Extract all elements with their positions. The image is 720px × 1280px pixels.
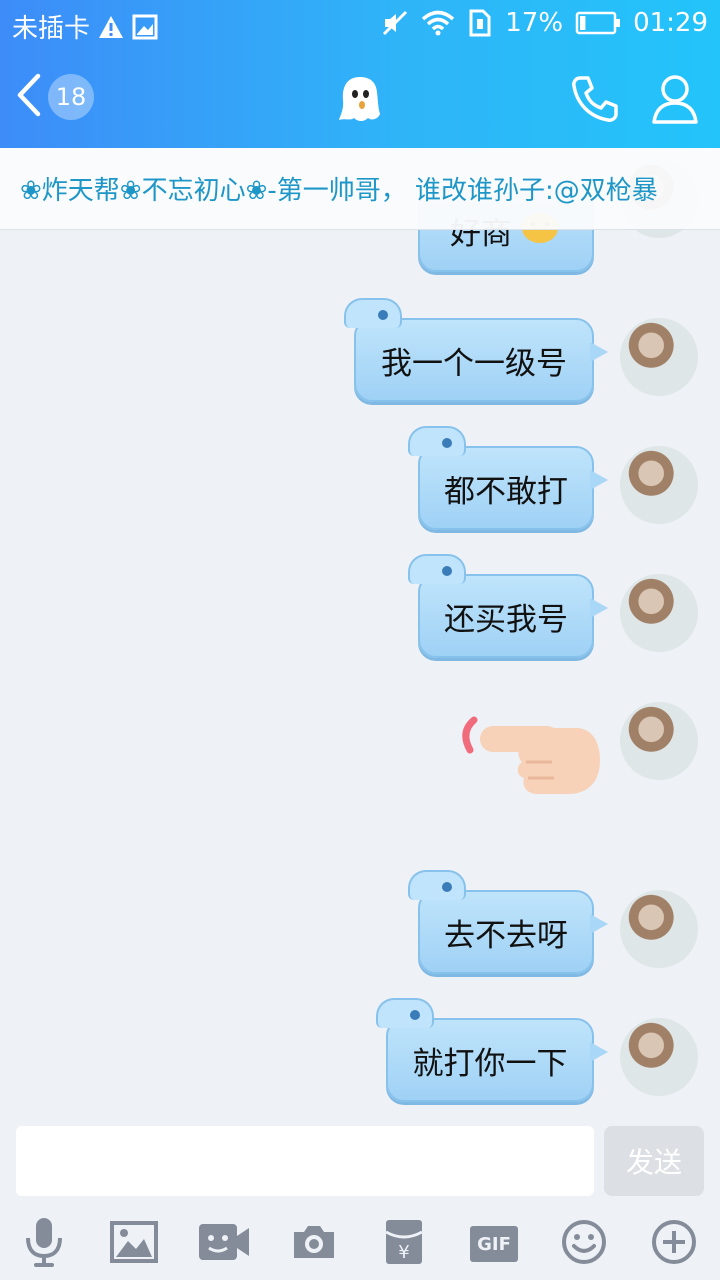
microphone-icon xyxy=(22,1216,66,1272)
warning-icon xyxy=(98,15,124,39)
back-chevron-icon xyxy=(14,72,44,122)
phone-icon xyxy=(568,76,622,130)
message-bubble[interactable]: 就打你一下 xyxy=(376,998,608,1102)
plus-icon xyxy=(651,1219,697,1269)
status-bar: 未插卡 17% 01:29 xyxy=(0,0,720,50)
group-profile-button[interactable] xyxy=(650,72,700,130)
message-text: 我一个一级号 xyxy=(381,345,567,382)
avatar[interactable] xyxy=(620,446,698,524)
message-bubble[interactable]: 都不敢打 xyxy=(408,426,608,530)
clock: 01:29 xyxy=(633,8,708,38)
smiley-icon xyxy=(561,1219,607,1269)
photo-album-button[interactable] xyxy=(106,1216,162,1272)
wifi-icon xyxy=(421,10,455,36)
camera-button[interactable] xyxy=(286,1216,342,1272)
battery-icon xyxy=(575,11,621,35)
carrier-label: 未插卡 xyxy=(12,14,91,44)
svg-text:¥: ¥ xyxy=(398,1242,409,1263)
title-bar: 18 xyxy=(0,50,720,148)
avatar[interactable] xyxy=(620,574,698,652)
gif-icon: GIF xyxy=(470,1226,518,1262)
ghost-mascot-icon xyxy=(336,74,384,128)
avatar[interactable] xyxy=(620,702,698,780)
red-packet-icon: ¥ xyxy=(384,1218,424,1270)
image-notification-icon xyxy=(132,14,158,40)
chat-area[interactable]: 好商 我一个一级号 都不敢打 还买我号 去不去呀 就打你一下 xyxy=(0,148,720,1110)
message-bubble[interactable]: 还买我号 xyxy=(408,554,608,658)
voice-button[interactable] xyxy=(16,1216,72,1272)
toolbar: ¥ GIF xyxy=(0,1210,720,1280)
message-bubble[interactable]: 我一个一级号 xyxy=(344,298,608,402)
message-text: 还买我号 xyxy=(444,601,568,638)
message-text: 去不去呀 xyxy=(444,917,568,954)
video-call-button[interactable] xyxy=(196,1216,252,1272)
mute-icon xyxy=(381,9,409,37)
send-button[interactable]: 发送 xyxy=(604,1126,704,1196)
header: 未插卡 17% 01:29 18 xyxy=(0,0,720,148)
message-bubble[interactable]: 去不去呀 xyxy=(408,870,608,974)
avatar[interactable] xyxy=(620,890,698,968)
image-icon xyxy=(110,1221,158,1267)
avatar[interactable] xyxy=(620,1018,698,1096)
pointing-hand-icon xyxy=(456,716,602,812)
poke-sticker[interactable] xyxy=(456,708,602,812)
avatar[interactable] xyxy=(620,318,698,396)
more-options-button[interactable] xyxy=(646,1216,702,1272)
message-text: 就打你一下 xyxy=(412,1045,568,1082)
battery-percent: 17% xyxy=(505,8,564,38)
red-packet-button[interactable]: ¥ xyxy=(376,1216,432,1272)
back-button[interactable]: 18 xyxy=(14,72,94,122)
message-input[interactable] xyxy=(16,1126,594,1196)
gif-button[interactable]: GIF xyxy=(466,1216,522,1272)
camera-icon xyxy=(290,1222,338,1266)
unread-badge: 18 xyxy=(48,74,94,120)
sim-icon xyxy=(467,9,493,37)
video-camera-icon xyxy=(197,1222,251,1266)
input-bar: 发送 xyxy=(0,1110,720,1210)
emoji-button[interactable] xyxy=(556,1216,612,1272)
pinned-announcement-banner[interactable]: ❀炸天帮❀不忘初心❀-第一帅哥， 谁改谁孙子:@双枪暴 xyxy=(0,148,720,230)
announcement-text: ❀炸天帮❀不忘初心❀-第一帅哥， 谁改谁孙子:@双枪暴 xyxy=(20,176,658,206)
message-text: 都不敢打 xyxy=(444,473,568,510)
phone-call-button[interactable] xyxy=(568,72,622,130)
person-icon xyxy=(650,75,700,130)
